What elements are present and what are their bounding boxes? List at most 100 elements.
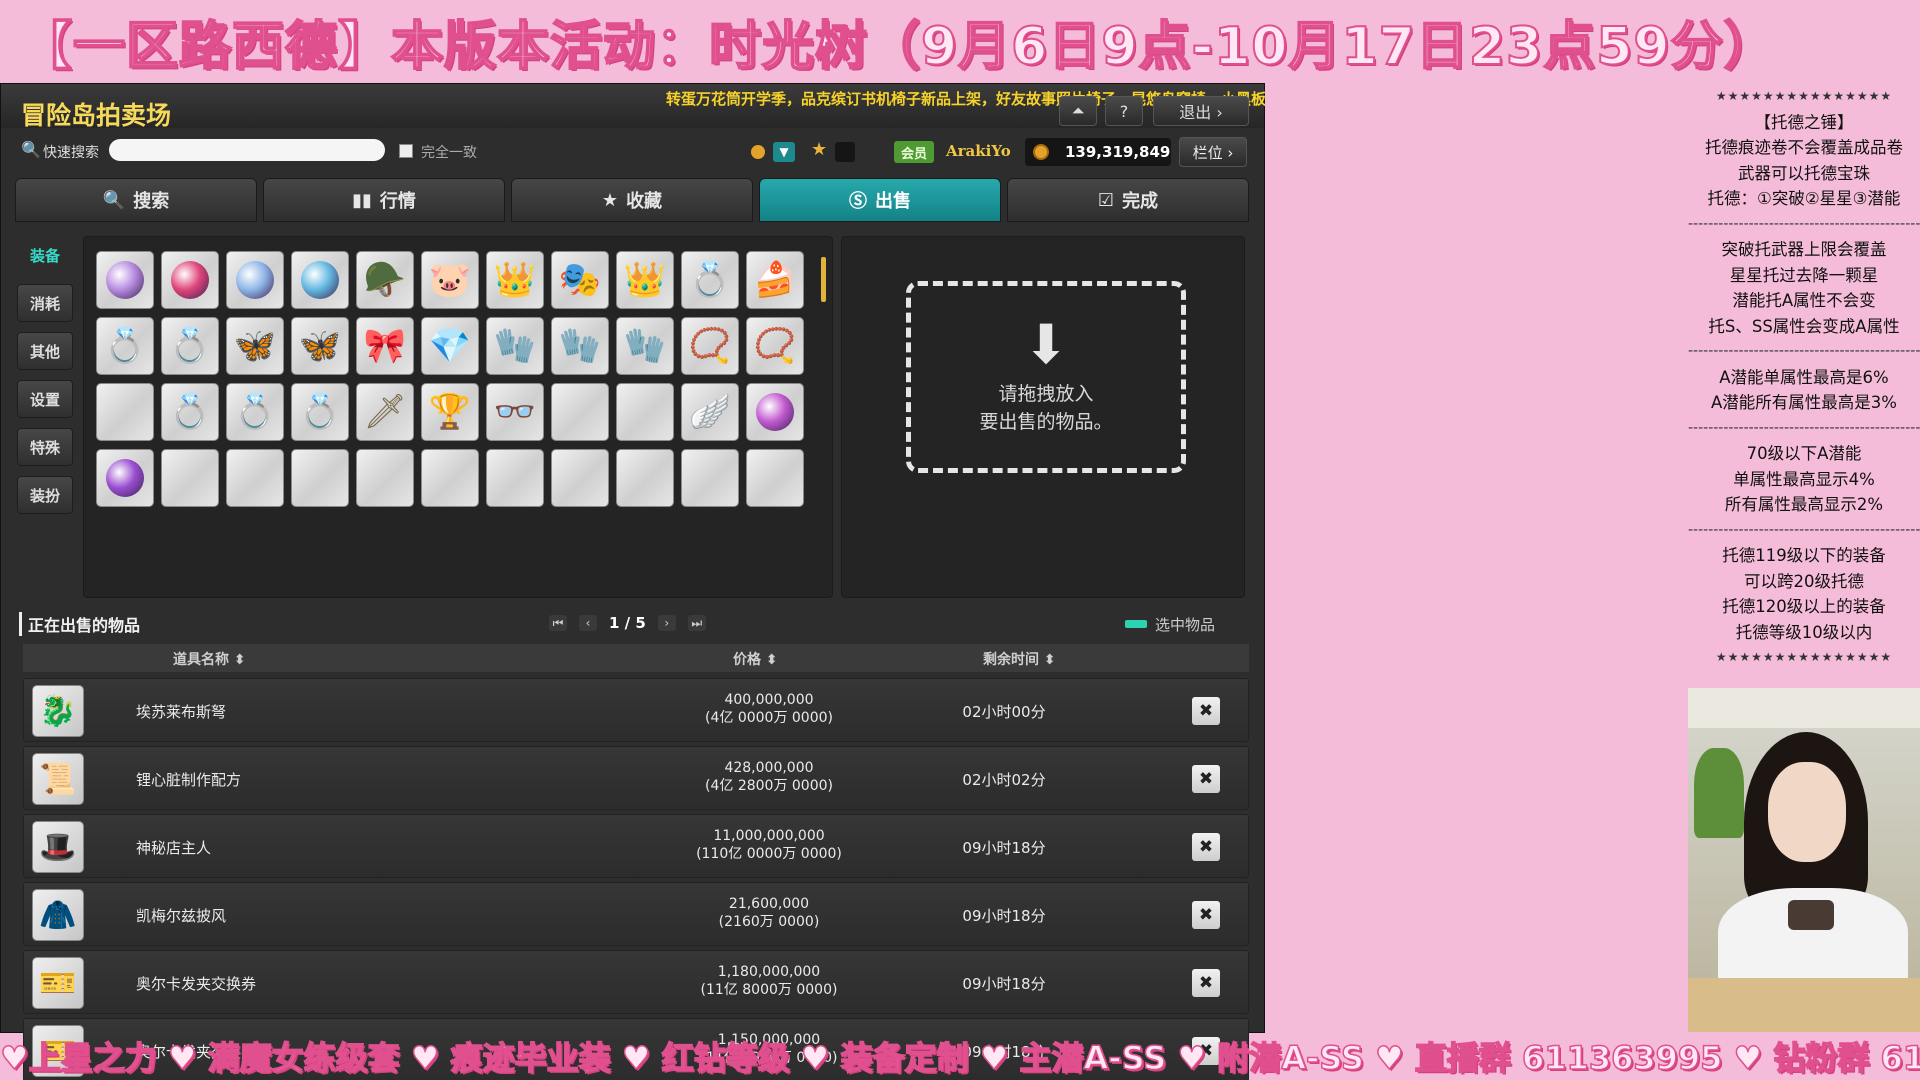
inventory-slot[interactable]: 🏆 (421, 383, 479, 441)
inventory-slot-empty[interactable] (616, 383, 674, 441)
inventory-slot[interactable]: 📿 (746, 317, 804, 375)
inventory-scrollbar[interactable] (821, 257, 826, 302)
inventory-slot-empty[interactable] (746, 449, 804, 507)
last-page-button[interactable]: ⏭ (687, 615, 706, 631)
inventory-slot[interactable]: 🦋 (226, 317, 284, 375)
tab-favorites[interactable]: ★ 收藏 (511, 178, 753, 222)
quick-search-input[interactable] (109, 139, 385, 161)
inventory-slot[interactable] (746, 383, 804, 441)
item-icon: 🎩 (32, 821, 84, 873)
inventory-slot[interactable]: 💍 (161, 317, 219, 375)
inventory-slot[interactable] (96, 251, 154, 309)
slots-button[interactable]: 栏位 › (1179, 137, 1247, 167)
table-row[interactable]: 🎫 奥尔卡发夹交换券 1,180,000,000 (11亿 8000万 0000)… (23, 950, 1249, 1014)
orb-item-icon (106, 459, 144, 497)
inventory-slot[interactable]: 📿 (681, 317, 739, 375)
equipment-item-icon: 🎀 (363, 326, 407, 366)
equipment-item-icon: 💍 (168, 392, 212, 432)
selling-list: 正在出售的物品 ⏮ ‹ 1 / 5 › ⏭ 选中物品 道具名称 ⬍ 价格 ⬍ 剩… (15, 608, 1249, 1080)
inventory-slot[interactable]: 💍 (96, 317, 154, 375)
cancel-listing-button[interactable]: ✖ (1192, 969, 1220, 997)
next-page-button[interactable]: › (657, 615, 676, 631)
column-item-name[interactable]: 道具名称 ⬍ (173, 649, 246, 669)
top-banner: 【一区路西德】本版本活动：时光树（9月6日9点-10月17日23点59分） (19, 16, 1777, 78)
note-line: 武器可以托德宝珠 (1738, 163, 1870, 183)
table-row[interactable]: 🐉 埃苏莱布斯弩 400,000,000 (4亿 0000万 0000) 02小时… (23, 678, 1249, 742)
inventory-slot[interactable]: 👑 (616, 251, 674, 309)
first-page-button[interactable]: ⏮ (549, 615, 567, 631)
tab-search[interactable]: 🔍 搜索 (15, 178, 257, 222)
inventory-slot[interactable]: 💎 (421, 317, 479, 375)
inventory-slot[interactable]: 🧤 (551, 317, 609, 375)
inventory-slot[interactable] (96, 449, 154, 507)
exit-button[interactable]: 退出 › (1153, 96, 1249, 126)
prev-page-button[interactable]: ‹ (579, 615, 597, 631)
inventory-slot[interactable]: 🧤 (486, 317, 544, 375)
tab-market-price[interactable]: ▮▮ 行情 (263, 178, 505, 222)
category-etc[interactable]: 其他 (17, 332, 73, 370)
inventory-slot-empty[interactable] (356, 449, 414, 507)
inventory-slot-empty[interactable] (616, 449, 674, 507)
cam-shelf (1688, 688, 1920, 728)
star-filter-box[interactable] (835, 142, 855, 162)
inventory-slot[interactable]: 🗡 (356, 383, 414, 441)
inventory-slot[interactable]: 🦋 (291, 317, 349, 375)
category-special[interactable]: 特殊 (17, 428, 73, 466)
chevron-down-icon[interactable]: ▼ (773, 142, 795, 162)
table-row[interactable]: 🧥 凯梅尔兹披风 21,600,000 (2160万 0000) 09小时18分 … (23, 882, 1249, 946)
inventory-slot[interactable] (161, 251, 219, 309)
inventory-slot[interactable]: 💍 (291, 383, 349, 441)
equipment-item-icon: 💍 (298, 392, 342, 432)
inventory-slot[interactable] (226, 251, 284, 309)
inventory-slot[interactable]: 🪽 (681, 383, 739, 441)
inventory-slot-empty[interactable] (681, 449, 739, 507)
help-button[interactable]: ? (1105, 96, 1143, 126)
inventory-slot[interactable]: 🎭 (551, 251, 609, 309)
column-price[interactable]: 价格 ⬍ (733, 649, 778, 669)
collapse-button[interactable]: ⏶ (1059, 96, 1097, 126)
category-setup[interactable]: 设置 (17, 380, 73, 418)
inventory-slot[interactable]: 👑 (486, 251, 544, 309)
inventory-slot-empty[interactable] (551, 449, 609, 507)
tab-completed[interactable]: ☑ 完成 (1007, 178, 1249, 222)
pager: ⏮ ‹ 1 / 5 › ⏭ (549, 614, 706, 632)
table-row[interactable]: 🎩 神秘店主人 11,000,000,000 (110亿 0000万 0000) … (23, 814, 1249, 878)
inventory-slot-empty[interactable] (96, 383, 154, 441)
inventory-slot[interactable]: 🧤 (616, 317, 674, 375)
tab-sell[interactable]: Ⓢ 出售 (759, 178, 1001, 222)
coin-filter-icon[interactable] (751, 145, 765, 159)
inventory-slot[interactable]: 🍰 (746, 251, 804, 309)
auction-window: 冒险岛拍卖场 转蛋万花筒开学季，品克缤订书机椅子新品上架，好友故事照片椅子，晃悠… (0, 83, 1266, 1080)
category-equip[interactable]: 装备 (17, 236, 73, 274)
star-icon[interactable]: ★ (811, 139, 827, 160)
inventory-slot-empty[interactable] (291, 449, 349, 507)
column-time-left[interactable]: 剩余时间 ⬍ (983, 649, 1056, 669)
inventory-slot-empty[interactable] (551, 383, 609, 441)
inventory-slot[interactable]: 🎀 (356, 317, 414, 375)
inventory-slot-empty[interactable] (421, 449, 479, 507)
inventory-slot[interactable]: 💍 (226, 383, 284, 441)
listing-rows: 🐉 埃苏莱布斯弩 400,000,000 (4亿 0000万 0000) 02小时… (23, 678, 1249, 1080)
category-consume[interactable]: 消耗 (17, 284, 73, 322)
inventory-slot-empty[interactable] (486, 449, 544, 507)
inventory-slot[interactable]: 🐷 (421, 251, 479, 309)
inventory-slot-empty[interactable] (226, 449, 284, 507)
note-line: 托德119级以下的装备 (1722, 546, 1886, 565)
inventory-slot[interactable]: 👓 (486, 383, 544, 441)
dash-divider: ----------------------------------------… (1688, 521, 1920, 538)
cancel-listing-button[interactable]: ✖ (1192, 901, 1220, 929)
inventory-slot-empty[interactable] (161, 449, 219, 507)
star-icon: ★ (601, 189, 619, 211)
inventory-slot[interactable] (291, 251, 349, 309)
cancel-listing-button[interactable]: ✖ (1192, 833, 1220, 861)
cancel-listing-button[interactable]: ✖ (1192, 697, 1220, 725)
cancel-listing-button[interactable]: ✖ (1192, 765, 1220, 793)
exact-match-checkbox[interactable] (399, 144, 413, 158)
inventory-slot[interactable]: 💍 (161, 383, 219, 441)
table-row[interactable]: 📜 锂心脏制作配方 428,000,000 (4亿 2800万 0000) 02小… (23, 746, 1249, 810)
tab-label: 完成 (1122, 191, 1159, 212)
category-cosmetic[interactable]: 装扮 (17, 476, 73, 514)
inventory-slot[interactable]: 🪖 (356, 251, 414, 309)
sell-drop-zone[interactable]: ⬇ 请拖拽放入 要出售的物品。 (906, 281, 1186, 473)
inventory-slot[interactable]: 💍 (681, 251, 739, 309)
